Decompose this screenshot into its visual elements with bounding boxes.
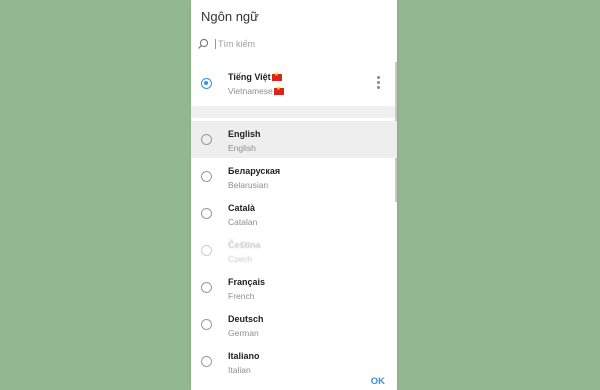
current-language-sub-wrap: Vietnamese bbox=[228, 85, 284, 96]
language-radio[interactable] bbox=[201, 171, 212, 182]
section-divider bbox=[191, 106, 397, 118]
current-language-name: Tiếng Việt bbox=[228, 72, 271, 82]
language-dialog: Ngôn ngữ Tiếng Việt Vietnamese English E… bbox=[191, 0, 397, 390]
search-input[interactable] bbox=[215, 39, 368, 49]
language-item-german[interactable]: Deutsch German bbox=[191, 306, 397, 343]
language-sub: Czech bbox=[228, 254, 253, 264]
language-name: Čeština bbox=[228, 240, 261, 250]
language-radio[interactable] bbox=[201, 356, 212, 367]
language-item-catalan[interactable]: Català Catalan bbox=[191, 195, 397, 232]
language-sub: French bbox=[228, 291, 255, 301]
more-vert-icon[interactable] bbox=[377, 76, 381, 90]
language-sub: English bbox=[228, 143, 256, 153]
language-sub: Italian bbox=[228, 365, 251, 375]
current-language-row[interactable]: Tiếng Việt Vietnamese bbox=[191, 62, 397, 106]
language-name: Català bbox=[228, 203, 256, 213]
flag-vietnam-icon bbox=[273, 85, 284, 96]
current-language-name-wrap: Tiếng Việt bbox=[228, 71, 282, 82]
language-name: Italiano bbox=[228, 351, 260, 361]
language-sub: Catalan bbox=[228, 217, 258, 227]
language-radio[interactable] bbox=[201, 319, 212, 330]
language-name: Français bbox=[228, 277, 266, 287]
language-item-belarusian[interactable]: Беларуская Belarusian bbox=[191, 158, 397, 195]
language-item-english[interactable]: English English bbox=[191, 121, 397, 158]
language-name: Беларуская bbox=[228, 166, 281, 176]
language-radio[interactable] bbox=[201, 208, 212, 219]
flag-vietnam-icon bbox=[271, 71, 282, 82]
language-name: English bbox=[228, 129, 261, 139]
current-language-radio[interactable] bbox=[201, 78, 212, 89]
current-language-sub: Vietnamese bbox=[228, 86, 273, 96]
search-icon bbox=[198, 38, 209, 49]
search-bar[interactable] bbox=[197, 36, 387, 52]
language-item-french[interactable]: Français French bbox=[191, 269, 397, 306]
language-radio[interactable] bbox=[201, 134, 212, 145]
language-item-czech[interactable]: Čeština Czech bbox=[191, 232, 397, 269]
language-radio[interactable] bbox=[201, 245, 212, 256]
language-sub: German bbox=[228, 328, 259, 338]
language-name: Deutsch bbox=[228, 314, 264, 324]
language-sub: Belarusian bbox=[228, 180, 269, 190]
language-item-italian[interactable]: Italiano Italian bbox=[191, 343, 397, 380]
dialog-title: Ngôn ngữ bbox=[201, 9, 259, 24]
language-list: English English Беларуская Belarusian Ca… bbox=[191, 121, 397, 380]
ok-button[interactable]: OK bbox=[371, 376, 385, 387]
language-radio[interactable] bbox=[201, 282, 212, 293]
